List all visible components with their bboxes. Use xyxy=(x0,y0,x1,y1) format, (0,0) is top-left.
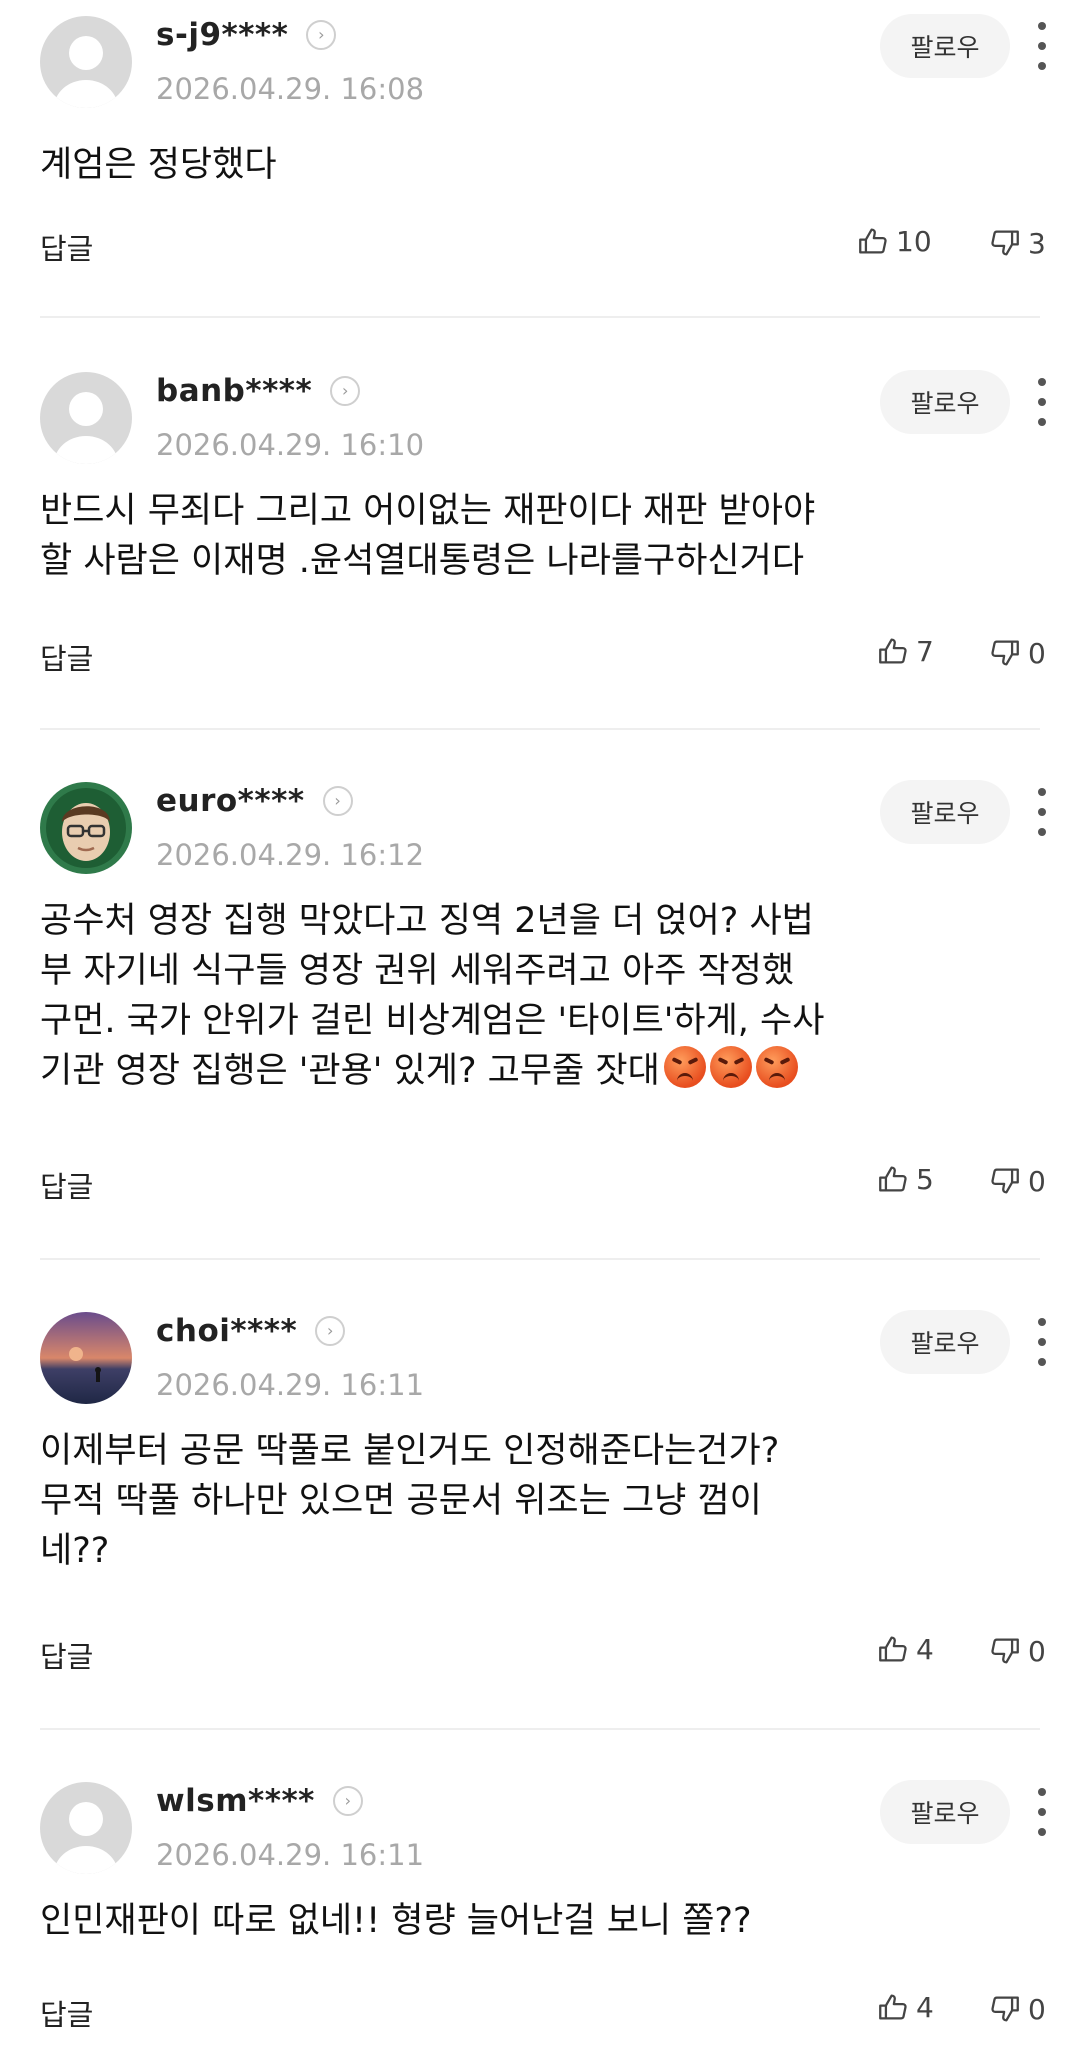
follow-button[interactable]: 팔로우 xyxy=(880,370,1010,434)
thumbs-down-icon xyxy=(991,1638,1019,1664)
username[interactable]: choi**** xyxy=(156,1313,297,1349)
dislike-button[interactable]: 3 xyxy=(988,226,1046,260)
divider xyxy=(40,728,1040,730)
angry-face-icon xyxy=(755,1046,798,1088)
dislike-button[interactable]: 0 xyxy=(988,1634,1046,1668)
more-options-icon[interactable] xyxy=(1030,1316,1054,1368)
angry-face-icon xyxy=(663,1046,706,1088)
chevron-right-icon[interactable]: › xyxy=(332,1786,363,1816)
follow-button[interactable]: 팔로우 xyxy=(880,1310,1010,1374)
chevron-right-icon[interactable]: › xyxy=(306,20,337,50)
sunset-sea-avatar[interactable] xyxy=(40,1312,132,1404)
reply-button[interactable]: 답글 xyxy=(40,636,93,678)
reply-button[interactable]: 답글 xyxy=(40,226,93,268)
timestamp: 2026.04.29. 16:08 xyxy=(156,72,425,106)
thumbs-down-icon xyxy=(991,1996,1019,2022)
like-count: 4 xyxy=(916,1632,934,1666)
divider xyxy=(40,1728,1040,1730)
thumbs-up-icon xyxy=(879,1166,907,1192)
like-count: 5 xyxy=(916,1162,934,1196)
like-button[interactable]: 10 xyxy=(856,224,932,258)
chevron-right-icon[interactable]: › xyxy=(330,376,361,406)
thumbs-up-icon xyxy=(879,1636,907,1662)
username[interactable]: banb**** xyxy=(156,373,312,409)
thumbs-up-icon xyxy=(879,1994,907,2020)
comment-text: 공수처 영장 집행 막았다고 징역 2년을 더 얹어? 사법 부 자기네 식구들… xyxy=(40,896,1040,1096)
comment-text: 계엄은 정당했다 xyxy=(40,145,277,185)
default-avatar[interactable] xyxy=(40,16,132,108)
dislike-count: 3 xyxy=(1028,226,1046,260)
more-options-icon[interactable] xyxy=(1030,1786,1054,1838)
dislike-button[interactable]: 0 xyxy=(988,1164,1046,1198)
reply-button[interactable]: 답글 xyxy=(40,1634,93,1676)
dislike-button[interactable]: 0 xyxy=(988,636,1046,670)
dislike-count: 0 xyxy=(1028,1164,1046,1198)
like-count: 4 xyxy=(916,1990,934,2024)
reply-button[interactable]: 답글 xyxy=(40,1992,93,2034)
like-count: 10 xyxy=(896,224,932,258)
divider xyxy=(40,1258,1040,1260)
follow-button[interactable]: 팔로우 xyxy=(880,14,1010,78)
glasses-face-avatar[interactable] xyxy=(40,782,132,874)
username[interactable]: euro**** xyxy=(156,783,305,819)
default-avatar[interactable] xyxy=(40,372,132,464)
dislike-count: 0 xyxy=(1028,636,1046,670)
comment-text: 반드시 무죄다 그리고 어이없는 재판이다 재판 받아야 할 사람은 이재명 .… xyxy=(40,491,816,581)
dislike-count: 0 xyxy=(1028,1634,1046,1668)
timestamp: 2026.04.29. 16:11 xyxy=(156,1838,425,1872)
comment-text: 인민재판이 따로 없네!! 형량 늘어난걸 보니 쫄?? xyxy=(40,1901,752,1941)
default-avatar[interactable] xyxy=(40,1782,132,1874)
like-count: 7 xyxy=(916,634,934,668)
dislike-button[interactable]: 0 xyxy=(988,1992,1046,2026)
chevron-right-icon[interactable]: › xyxy=(315,1316,346,1346)
more-options-icon[interactable] xyxy=(1030,786,1054,838)
comment-text-content: 공수처 영장 집행 막았다고 징역 2년을 더 얹어? 사법 부 자기네 식구들… xyxy=(40,901,825,1091)
follow-button[interactable]: 팔로우 xyxy=(880,780,1010,844)
timestamp: 2026.04.29. 16:11 xyxy=(156,1368,425,1402)
thumbs-down-icon xyxy=(991,640,1019,666)
like-button[interactable]: 4 xyxy=(876,1990,934,2024)
thumbs-down-icon xyxy=(991,230,1019,256)
chevron-right-icon[interactable]: › xyxy=(322,786,353,816)
more-options-icon[interactable] xyxy=(1030,376,1054,428)
follow-button[interactable]: 팔로우 xyxy=(880,1780,1010,1844)
timestamp: 2026.04.29. 16:12 xyxy=(156,838,425,872)
divider xyxy=(40,316,1040,318)
like-button[interactable]: 5 xyxy=(876,1162,934,1196)
thumbs-up-icon xyxy=(859,228,887,254)
username[interactable]: s-j9**** xyxy=(156,17,288,53)
like-button[interactable]: 7 xyxy=(876,634,934,668)
thumbs-down-icon xyxy=(991,1168,1019,1194)
angry-face-icon xyxy=(709,1046,752,1088)
more-options-icon[interactable] xyxy=(1030,20,1054,72)
thumbs-up-icon xyxy=(879,638,907,664)
reply-button[interactable]: 답글 xyxy=(40,1164,93,1206)
username[interactable]: wlsm**** xyxy=(156,1783,315,1819)
like-button[interactable]: 4 xyxy=(876,1632,934,1666)
comment-text: 이제부터 공문 딱풀로 붙인거도 인정해준다는건가? 무적 딱풀 하나만 있으면… xyxy=(40,1431,780,1571)
timestamp: 2026.04.29. 16:10 xyxy=(156,428,425,462)
dislike-count: 0 xyxy=(1028,1992,1046,2026)
